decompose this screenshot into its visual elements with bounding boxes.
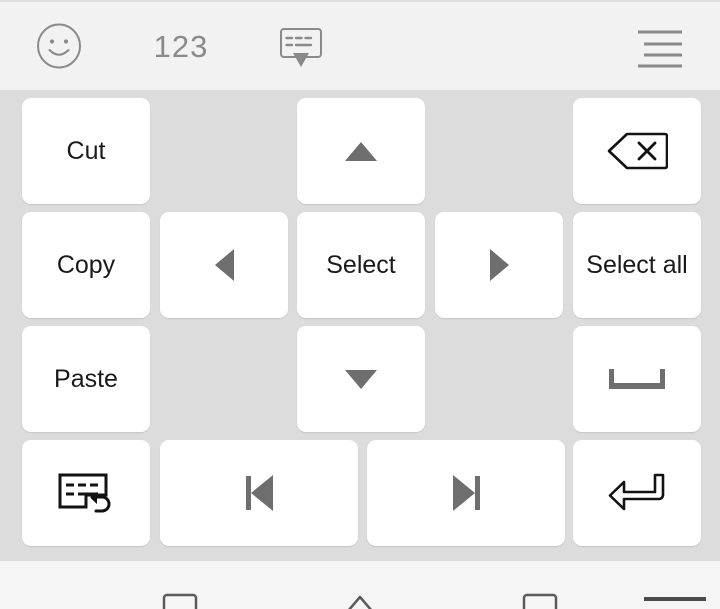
skip-to-start-icon: [245, 475, 273, 511]
menu-lines-icon: [634, 24, 686, 68]
nav-home-button[interactable]: [330, 591, 390, 609]
cut-key[interactable]: Cut: [22, 98, 150, 204]
space-bar-icon: [609, 369, 665, 389]
keyboard-down-icon: [275, 23, 327, 69]
numeric-button[interactable]: 123: [136, 2, 226, 90]
emoji-button[interactable]: [14, 2, 104, 90]
move-end-key[interactable]: [367, 440, 565, 546]
nav-hide-button[interactable]: [644, 591, 706, 609]
enter-key[interactable]: [573, 440, 701, 546]
skip-to-end-icon: [452, 475, 480, 511]
enter-return-icon: [606, 471, 668, 515]
keyboard-screen: 123 Cut Copy Select Select all Paste: [0, 0, 720, 609]
triangle-down-icon: [345, 369, 377, 389]
space-key[interactable]: [573, 326, 701, 432]
numeric-button-label: 123: [153, 28, 209, 64]
switch-keyboard-key[interactable]: [22, 440, 150, 546]
keyboard-undo-icon: [56, 469, 116, 517]
copy-key[interactable]: Copy: [22, 212, 150, 318]
triangle-left-icon: [214, 249, 234, 281]
select-key-label: Select: [326, 250, 396, 279]
hide-keyboard-button[interactable]: [256, 2, 346, 90]
arrow-right-key[interactable]: [435, 212, 563, 318]
keyboard-panel: Cut Copy Select Select all Paste: [0, 90, 720, 561]
recents-square-icon: [520, 591, 560, 609]
paste-key[interactable]: Paste: [22, 326, 150, 432]
hide-bar-icon: [640, 591, 710, 609]
menu-button[interactable]: [614, 2, 706, 90]
smiley-face-icon: [36, 23, 82, 69]
keyboard-toolbar: 123: [0, 0, 720, 90]
copy-key-label: Copy: [56, 250, 116, 279]
nav-recent-button[interactable]: [510, 591, 570, 609]
triangle-up-icon: [345, 141, 377, 161]
arrow-down-key[interactable]: [297, 326, 425, 432]
cut-key-label: Cut: [66, 136, 106, 165]
nav-back-button[interactable]: [150, 591, 210, 609]
move-home-key[interactable]: [160, 440, 358, 546]
select-all-key[interactable]: Select all: [573, 212, 701, 318]
home-caret-icon: [340, 591, 380, 609]
backspace-icon: [606, 132, 668, 170]
system-navigation-bar: [0, 561, 720, 609]
select-key[interactable]: Select: [297, 212, 425, 318]
arrow-left-key[interactable]: [160, 212, 288, 318]
arrow-up-key[interactable]: [297, 98, 425, 204]
select-all-key-label: Select all: [586, 250, 688, 279]
back-square-icon: [160, 591, 200, 609]
triangle-right-icon: [489, 249, 509, 281]
paste-key-label: Paste: [54, 364, 118, 393]
backspace-key[interactable]: [573, 98, 701, 204]
